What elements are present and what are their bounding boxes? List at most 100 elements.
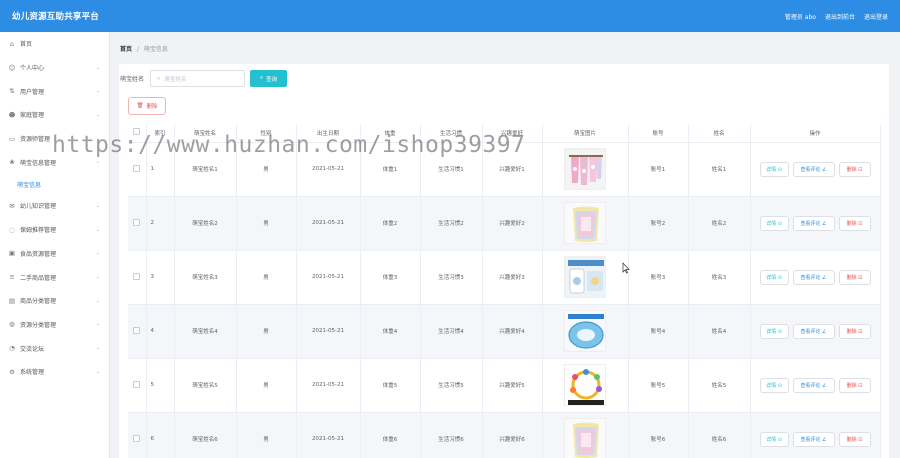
delete-button[interactable]: 删除 ⊡ (838, 431, 871, 447)
sidebar-item-category[interactable]: ▤ 商品分类管理 ⌄ (0, 289, 109, 313)
view-comments-button[interactable]: 查看评论 ∠ (792, 323, 835, 339)
cell-gender: 男 (236, 358, 297, 413)
detail-button[interactable]: 详情 ⊙ (759, 161, 789, 177)
column-header: 出生日期 (296, 124, 361, 143)
sidebar-item-home[interactable]: ⌂ 首页 (0, 32, 109, 56)
cell-account: 账号6 (628, 412, 689, 458)
baby-image-thumbnail (564, 202, 606, 244)
chevron-down-icon: ⌄ (95, 250, 100, 257)
cell-weight: 体重4 (360, 304, 421, 359)
chevron-down-icon: ⌄ (95, 135, 100, 142)
cell-gender: 男 (236, 196, 297, 251)
view-comments-button[interactable]: 查看评论 ∠ (792, 215, 835, 231)
table-row: 3 萌宝姓名3 男 2021-05-21 体重3 生活习惯3 兴趣爱好3 账号3 姓名3 详情 ⊙… (128, 250, 881, 305)
sidebar-item-teacher[interactable]: ▭ 资源师管理 ⌄ (0, 127, 109, 151)
delete-button[interactable]: 删除 ⊡ (838, 323, 871, 339)
detail-button[interactable]: 详情 ⊙ (759, 323, 789, 339)
category-icon: ▤ (8, 296, 16, 305)
select-all-checkbox[interactable] (133, 128, 141, 136)
sidebar-item-settings[interactable]: ⚙ 系统管理 ⌄ (0, 360, 109, 384)
cell-realname: 姓名5 (688, 358, 751, 413)
delete-button[interactable]: 删除 ⊡ (838, 161, 871, 177)
detail-button[interactable]: 详情 ⊙ (759, 377, 789, 393)
sidebar-item-user[interactable]: ☺ 个人中心 ⌄ (0, 56, 109, 80)
sidebar-subitem-baby-info[interactable]: 萌宝信息 (0, 174, 109, 195)
breadcrumb-home[interactable]: 首页 (120, 46, 132, 53)
user-icon: ☺ (8, 63, 16, 72)
row-checkbox-cell (128, 196, 147, 251)
cell-actions: 详情 ⊙ 查看评论 ∠ 删除 ⊡ (750, 358, 881, 413)
cell-weight: 体重6 (360, 412, 421, 458)
sidebar-item-family[interactable]: ☻ 家庭管理 ⌄ (0, 103, 109, 127)
detail-button[interactable]: 详情 ⊙ (759, 269, 789, 285)
sidebar-item-label: 用户管理 (20, 88, 45, 96)
search-bar: 萌宝姓名 ⌕ 萌宝姓名 ⌕ 查询 (120, 70, 288, 87)
chevron-down-icon: ⌄ (95, 226, 100, 233)
select-all-cell (128, 124, 147, 143)
logout-link[interactable]: 退出登录 (864, 12, 888, 21)
cell-index: 1 (146, 142, 175, 197)
sidebar-item-food[interactable]: ▣ 食品资源管理 ⌄ (0, 242, 109, 266)
row-checkbox[interactable] (133, 380, 141, 388)
breadcrumb: 首页 / 萌宝信息 (120, 44, 168, 53)
cell-index: 4 (146, 304, 175, 359)
cell-realname: 姓名3 (688, 250, 751, 305)
row-checkbox[interactable] (133, 164, 141, 172)
batch-delete-button[interactable]: 🗑 删除 (128, 97, 166, 115)
detail-button[interactable]: 详情 ⊙ (759, 215, 789, 231)
mouse-cursor-icon (622, 262, 630, 274)
view-comments-button[interactable]: 查看评论 ∠ (792, 431, 835, 447)
row-checkbox[interactable] (133, 272, 141, 280)
cell-gender: 男 (236, 304, 297, 359)
column-header: 账号 (628, 124, 689, 143)
sidebar-item-users[interactable]: ⇅ 用户管理 ⌄ (0, 79, 109, 103)
delete-button[interactable]: 删除 ⊡ (838, 377, 871, 393)
exit-to-frontend-link[interactable]: 退出到前台 (825, 12, 855, 21)
cell-account: 账号4 (628, 304, 689, 359)
column-header: 性别 (236, 124, 297, 143)
cell-actions: 详情 ⊙ 查看评论 ∠ 删除 ⊡ (750, 250, 881, 305)
cell-habit: 生活习惯2 (420, 196, 483, 251)
view-comments-button[interactable]: 查看评论 ∠ (792, 161, 835, 177)
view-comments-button[interactable]: 查看评论 ∠ (792, 377, 835, 393)
cell-birth: 2021-05-21 (296, 358, 361, 413)
delete-button[interactable]: 删除 ⊡ (838, 269, 871, 285)
sidebar-item-goods[interactable]: ≡ 二手商品管理 ⌄ (0, 265, 109, 289)
chevron-down-icon: ⌄ (95, 64, 100, 71)
delete-button[interactable]: 删除 ⊡ (838, 215, 871, 231)
cell-habit: 生活习惯4 (420, 304, 483, 359)
sidebar-item-resource[interactable]: ◍ 资源分类管理 ⌄ (0, 313, 109, 337)
row-checkbox[interactable] (133, 434, 141, 442)
cell-index: 6 (146, 412, 175, 458)
row-checkbox[interactable] (133, 218, 141, 226)
search-input[interactable]: ⌕ 萌宝姓名 (150, 70, 246, 87)
table-row: 4 萌宝姓名4 男 2021-05-21 体重4 生活习惯4 兴趣爱好4 账号4 姓名4 详情 ⊙… (128, 304, 881, 359)
sidebar-item-nanny[interactable]: ◌ 保姆推荐管理 ⌄ (0, 218, 109, 242)
sidebar-item-forum[interactable]: ◔ 交流论坛 ⌄ (0, 336, 109, 360)
current-user-label: 管理员 abo (784, 13, 816, 21)
cell-realname: 姓名1 (688, 142, 751, 197)
sidebar-item-knowledge[interactable]: ✉ 幼儿知识管理 ⌄ (0, 194, 109, 218)
cell-hobby: 兴趣爱好6 (482, 412, 543, 458)
knowledge-icon: ✉ (9, 201, 15, 210)
baby-image-thumbnail (564, 256, 606, 298)
goods-icon: ≡ (9, 273, 15, 282)
header-actions: 管理员 abo 退出到前台 退出登录 (785, 12, 888, 21)
sidebar-item-label: 幼儿知识管理 (20, 203, 57, 211)
breadcrumb-separator: / (136, 46, 139, 53)
sidebar-item-baby[interactable]: ❀ 萌宝信息管理 ⌄ (0, 150, 109, 174)
view-comments-button[interactable]: 查看评论 ∠ (792, 269, 835, 285)
cell-birth: 2021-05-21 (296, 250, 361, 305)
sidebar-item-label: 保姆推荐管理 (20, 227, 57, 235)
cell-weight: 体重2 (360, 196, 421, 251)
cell-hobby: 兴趣爱好5 (482, 358, 543, 413)
baby-image-thumbnail (564, 148, 606, 190)
data-table: 索引 萌宝姓名 性别 出生日期 体重 生活习惯 兴趣爱好 萌宝图片 账号 姓名 操作 1 萌宝姓名1 男… (128, 124, 881, 458)
cell-habit: 生活习惯1 (420, 142, 483, 197)
search-button[interactable]: ⌕ 查询 (250, 70, 288, 87)
cell-image (542, 358, 629, 413)
nanny-icon: ◌ (9, 225, 15, 234)
main-content: 首页 / 萌宝信息 萌宝姓名 ⌕ 萌宝姓名 ⌕ 查询 🗑 删除 索引 萌宝姓名 性别… (110, 32, 900, 458)
row-checkbox[interactable] (133, 326, 141, 334)
detail-button[interactable]: 详情 ⊙ (759, 431, 789, 447)
